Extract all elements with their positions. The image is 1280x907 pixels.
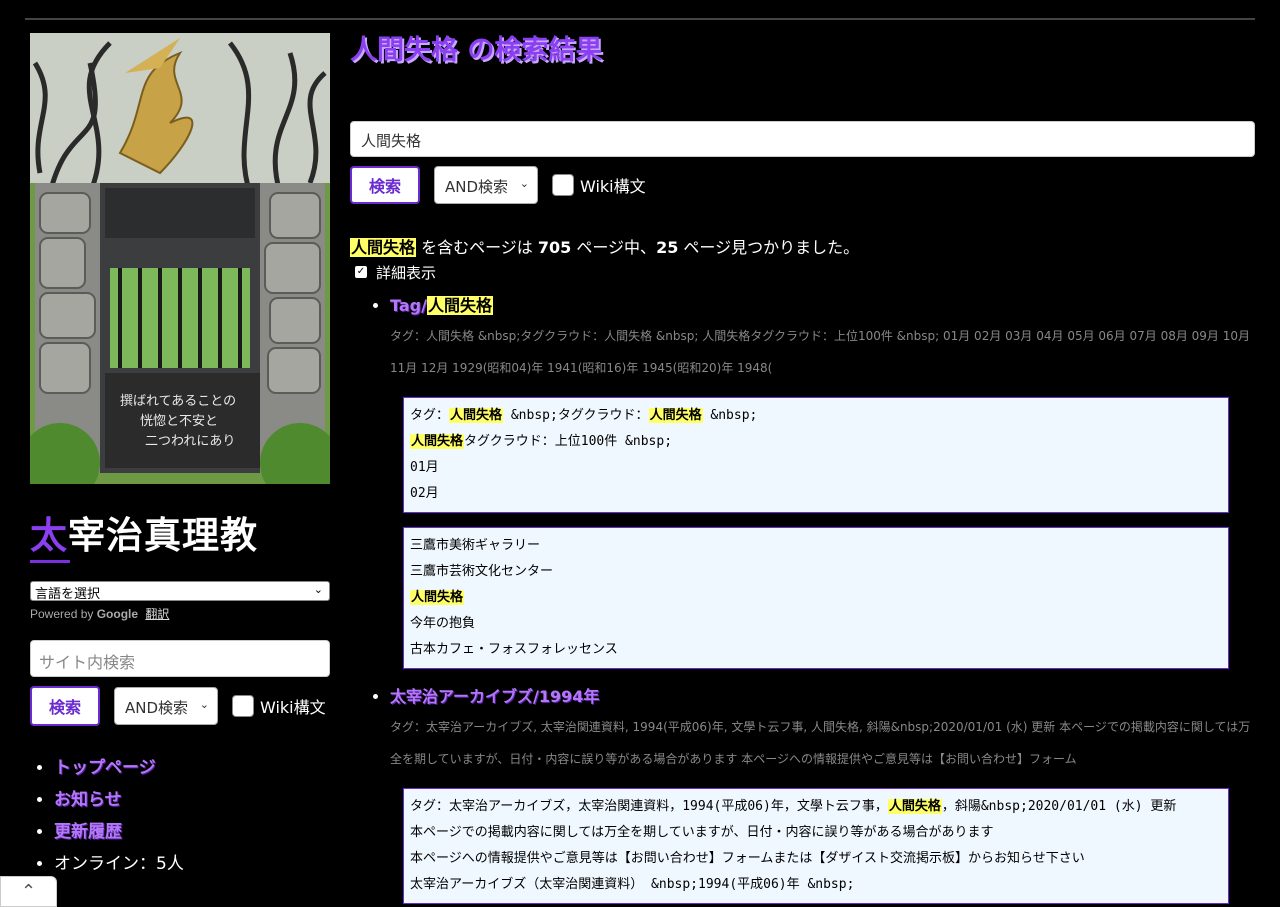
summary-text-3: ページ見つかりました。: [678, 238, 860, 257]
result-title-prefix: Tag/: [390, 296, 427, 315]
result-preview-box: 三鷹市美術ギャラリー 三鷹市芸術文化センター 人間失格 今年の抱負 古本カフェ・…: [403, 527, 1229, 669]
preview-text: タグクラウド：上位100件 &nbsp;: [464, 434, 673, 449]
site-title[interactable]: 太宰治真理教: [30, 514, 330, 558]
preview-line: 人間失格タグクラウド：上位100件 &nbsp;: [410, 429, 1222, 455]
preview-line: 本ページでの掲載内容に関しては万全を期していますが、日付・内容に誤り等がある場合…: [410, 825, 994, 840]
preview-text: &nbsp;: [702, 408, 758, 423]
sidebar-search-input[interactable]: サイト内検索: [30, 640, 330, 677]
preview-line: 古本カフェ・フォスフォレッセンス: [410, 642, 618, 657]
inscription-line-2: 恍惚と不安と: [140, 413, 218, 429]
language-select[interactable]: 言語を選択 ⌄: [30, 581, 330, 602]
detail-label: 詳細表示: [376, 263, 437, 282]
preview-highlight: 人間失格: [410, 590, 465, 605]
nav-link-top[interactable]: トップページ: [54, 758, 156, 778]
nav-item-news: お知らせ: [54, 784, 330, 816]
page-title: 人間失格 の検索結果: [350, 35, 603, 66]
preview-line: タグ：人間失格 &nbsp;タグクラウド：人間失格 &nbsp;: [410, 403, 1222, 429]
summary-text-2: ページ中、: [571, 238, 657, 257]
preview-highlight: 人間失格: [648, 408, 703, 423]
nav-item-top: トップページ: [54, 752, 330, 784]
chevron-down-icon: ⌄: [519, 177, 529, 190]
result-preview-box: タグ：太宰治アーカイブズ，太宰治関連資料，1994(平成06)年，文學ト云フ事，…: [403, 788, 1229, 904]
preview-text: ，斜陽&nbsp;2020/01/01 (水) 更新: [941, 799, 1177, 814]
sidebar-wiki-checkbox[interactable]: [232, 695, 254, 717]
main-search-value: 人間失格: [361, 132, 422, 150]
preview-line: 太宰治アーカイブズ（太宰治関連資料） &nbsp;1994(平成06)年 &nb…: [410, 877, 855, 892]
detail-checkbox[interactable]: ✓: [355, 266, 367, 278]
summary-total: 705: [537, 238, 572, 257]
nav-link-news[interactable]: お知らせ: [54, 790, 122, 810]
nav-item-history: 更新履歴: [54, 816, 330, 848]
preview-highlight: 人間失格: [449, 408, 504, 423]
detail-toggle[interactable]: ✓ 詳細表示: [350, 260, 1255, 284]
sidebar-search-button[interactable]: 検索: [30, 686, 100, 726]
main-search-controls: 検索 AND検索 ⌄ Wiki構文: [350, 166, 1255, 204]
scroll-to-top-button[interactable]: ⌃: [0, 876, 57, 907]
translate-link[interactable]: 翻訳: [145, 607, 169, 621]
preview-line: 本ページへの情報提供やご意見等は【お問い合わせ】フォームまたは【ダザイスト交流掲…: [410, 851, 1085, 866]
site-title-rest: 宰治真理教: [68, 514, 258, 557]
powered-by-text: Powered by: [30, 607, 94, 621]
preview-line: 02月: [410, 486, 439, 501]
main-search-button[interactable]: 検索: [350, 166, 420, 204]
main-search-mode-select[interactable]: AND検索 ⌄: [434, 166, 538, 204]
preview-line: 三鷹市芸術文化センター: [410, 564, 554, 579]
main-search-input[interactable]: 人間失格: [350, 121, 1255, 157]
site-title-first-char: 太: [30, 514, 68, 557]
google-logo: Google: [96, 607, 139, 621]
sidebar-search-mode-value: AND検索: [125, 699, 189, 717]
result-item: 太宰治アーカイブズ/1994年 タグ：太宰治アーカイブズ, 太宰治関連資料, 1…: [390, 683, 1255, 904]
top-divider: [25, 18, 1255, 20]
main-search-mode-value: AND検索: [445, 178, 509, 196]
result-summary: 人間失格 を含むページは 705 ページ中、25 ページ見つかりました。: [350, 236, 1255, 260]
sidebar-search-placeholder: サイト内検索: [39, 653, 136, 672]
dazai-monument-image: 撰ばれてあることの 恍惚と不安と 二つわれにあり: [30, 33, 330, 484]
main-wiki-label: Wiki構文: [580, 177, 646, 196]
chevron-down-icon: ⌄: [313, 583, 323, 596]
sidebar-search-controls: 検索 AND検索 ⌄ Wiki構文: [30, 686, 330, 726]
summary-found: 25: [656, 238, 679, 257]
summary-term: 人間失格: [350, 238, 417, 257]
sidebar-search-mode-select[interactable]: AND検索 ⌄: [114, 687, 218, 725]
result-item: Tag/人間失格 タグ：人間失格 &nbsp;タグクラウド：人間失格 &nbsp…: [390, 292, 1255, 669]
preview-highlight: 人間失格: [410, 434, 465, 449]
main-wiki-checkbox[interactable]: [552, 174, 574, 196]
inscription-line-1: 撰ばれてあることの: [120, 394, 236, 409]
result-preview-box: タグ：人間失格 &nbsp;タグクラウド：人間失格 &nbsp; 人間失格タグク…: [403, 397, 1229, 513]
result-snippet: タグ：人間失格 &nbsp;タグクラウド：人間失格 &nbsp; 人間失格タグク…: [390, 329, 1251, 375]
google-translate-credit: Powered by Google 翻訳: [30, 605, 330, 622]
result-snippet: タグ：太宰治アーカイブズ, 太宰治関連資料, 1994(平成06)年, 文學ト云…: [390, 720, 1251, 766]
preview-line: 人間失格: [410, 585, 1222, 611]
summary-text-1: を含むページは: [416, 238, 538, 257]
nav-item-online: オンライン：5人: [54, 848, 330, 880]
preview-text: タグ：: [410, 408, 450, 423]
inscription-line-3: 二つわれにあり: [145, 434, 235, 449]
chevron-down-icon: ⌄: [199, 698, 209, 711]
preview-text: タグ：太宰治アーカイブズ，太宰治関連資料，1994(平成06)年，文學ト云フ事，: [410, 799, 888, 814]
sidebar-nav: トップページ お知らせ 更新履歴 オンライン：5人: [30, 752, 330, 880]
title-underline: [30, 560, 70, 563]
result-list: Tag/人間失格 タグ：人間失格 &nbsp;タグクラウド：人間失格 &nbsp…: [350, 292, 1255, 904]
sidebar-wiki-label: Wiki構文: [260, 698, 326, 717]
preview-text: &nbsp;タグクラウド：: [503, 408, 649, 423]
sidebar: 撰ばれてあることの 恍惚と不安と 二つわれにあり 太宰治真理教 言語を選択 ⌄ …: [30, 33, 330, 880]
language-select-value: 言語を選択: [35, 587, 101, 602]
main-content: 人間失格 の検索結果 人間失格 検索 AND検索 ⌄ Wiki構文 人間失格 を…: [350, 33, 1255, 907]
result-title-highlight: 人間失格: [426, 296, 493, 315]
site-photo: 撰ばれてあることの 恍惚と不安と 二つわれにあり: [30, 33, 330, 484]
preview-line: タグ：太宰治アーカイブズ，太宰治関連資料，1994(平成06)年，文學ト云フ事，…: [410, 794, 1222, 820]
preview-line: 三鷹市美術ギャラリー: [410, 538, 541, 553]
chevron-up-icon: ⌃: [20, 881, 37, 902]
result-title-link[interactable]: 太宰治アーカイブズ/1994年: [390, 683, 1255, 711]
preview-line: 今年の抱負: [410, 616, 476, 631]
preview-highlight: 人間失格: [887, 799, 942, 814]
online-count: オンライン：5人: [54, 854, 184, 874]
preview-line: 01月: [410, 460, 439, 475]
nav-link-history[interactable]: 更新履歴: [54, 822, 122, 842]
result-title-link[interactable]: Tag/人間失格: [390, 292, 1255, 320]
